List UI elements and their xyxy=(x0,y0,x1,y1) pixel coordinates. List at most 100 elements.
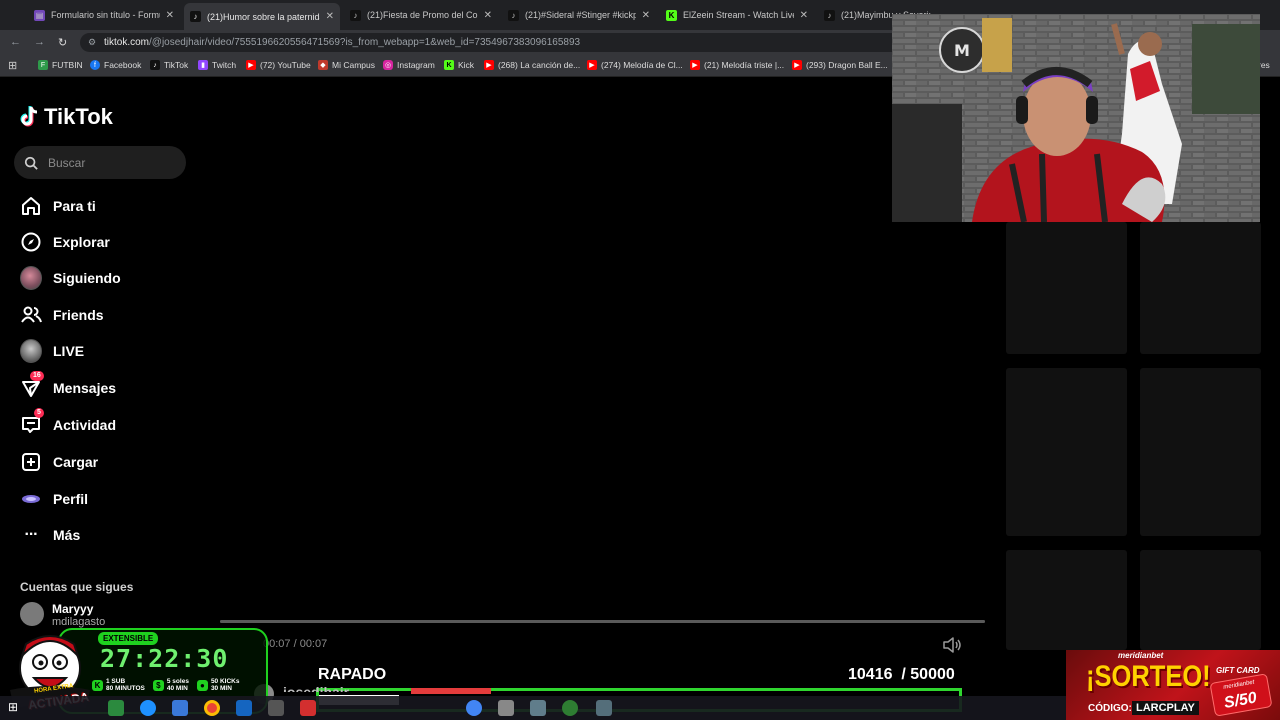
nav-label: Friends xyxy=(53,307,104,323)
app-icon[interactable] xyxy=(300,700,316,716)
promo-banner: meridianbet ¡SORTEO! CÓDIGO: LARCPLAY GI… xyxy=(1066,650,1280,720)
windows-start-icon[interactable]: ⊞ xyxy=(8,700,24,716)
recommended-video-thumbnail[interactable] xyxy=(1140,550,1261,650)
nav-label: Más xyxy=(53,527,81,543)
nav-item-live[interactable]: LIVE xyxy=(20,339,85,363)
nav-label: Perfil xyxy=(53,491,89,507)
close-icon[interactable]: ✕ xyxy=(326,11,334,22)
bookmark[interactable]: F FUTBIN xyxy=(38,60,83,70)
goal-progress-marker xyxy=(411,688,491,694)
app-icon[interactable] xyxy=(466,700,482,716)
app-icon[interactable] xyxy=(268,700,284,716)
rate-top: 50 KICKs xyxy=(210,678,240,685)
nav-item-explorar[interactable]: Explorar xyxy=(20,231,110,253)
chrome-icon[interactable] xyxy=(204,700,220,716)
browser-tab[interactable]: ♪ (21)#Sideral #Stinger #kickperu ✕ xyxy=(502,4,656,26)
kick-icon: K xyxy=(444,60,454,70)
recommended-video-thumbnail[interactable] xyxy=(1140,368,1261,536)
timer-rate: $5 soles 40 MIN xyxy=(152,678,189,692)
activity-icon: 5 xyxy=(20,408,44,436)
tiktok-icon: ♪ xyxy=(508,9,519,21)
nav-item-friends[interactable]: Friends xyxy=(20,304,104,326)
avatar xyxy=(20,602,44,626)
nav-item-mensajes[interactable]: 16 Mensajes xyxy=(20,371,116,399)
video-player[interactable] xyxy=(200,78,1000,638)
following-account[interactable]: Maryyy mdilagasto xyxy=(20,602,105,628)
whatsapp-icon[interactable] xyxy=(562,700,578,716)
close-icon[interactable]: ✕ xyxy=(642,10,650,21)
bookmark[interactable]: ▶ (274) Melodía de Cl... xyxy=(587,60,683,70)
recommended-video-thumbnail[interactable] xyxy=(1140,222,1261,354)
video-progress-bar[interactable] xyxy=(220,620,985,623)
tab-title: (21)Humor sobre la paternidad xyxy=(207,11,320,22)
search-input[interactable]: Buscar xyxy=(14,146,186,179)
recommended-video-thumbnail[interactable] xyxy=(1006,368,1127,536)
tab-title: Formulario sin título - Formula xyxy=(51,10,160,20)
app-icon[interactable] xyxy=(108,700,124,716)
video-progress-fill xyxy=(220,620,985,623)
bookmark[interactable]: f Facebook xyxy=(90,60,141,70)
close-icon[interactable]: ✕ xyxy=(484,10,492,21)
nav-label: Actividad xyxy=(53,417,117,433)
bookmark[interactable]: ▶ (268) La canción de... xyxy=(484,60,580,70)
nav-item-siguiendo[interactable]: Siguiendo xyxy=(20,266,121,290)
bookmark-label: Facebook xyxy=(104,60,142,70)
bookmark-label: (274) Melodía de Cl... xyxy=(601,60,683,70)
timer-rate: K1 SUB 80 MINUTOS xyxy=(92,678,145,692)
logo-text: TikTok xyxy=(44,104,113,129)
close-icon[interactable]: ✕ xyxy=(166,10,174,21)
close-icon[interactable]: ✕ xyxy=(800,10,808,21)
kick-coin-icon: ● xyxy=(196,679,208,691)
browser-tab-active[interactable]: ♪ (21)Humor sobre la paternidad ✕ xyxy=(184,3,340,30)
app-icon[interactable] xyxy=(596,700,612,716)
browser-tab[interactable]: K ElZeein Stream - Watch Live on ✕ xyxy=(660,4,814,26)
app-icon[interactable] xyxy=(530,700,546,716)
nav-item-actividad[interactable]: 5 Actividad xyxy=(20,408,117,436)
browser-tab[interactable]: ▤ Formulario sin título - Formula ✕ xyxy=(28,4,180,26)
home-icon xyxy=(20,195,42,217)
bookmark[interactable]: ▶ (72) YouTube xyxy=(246,60,311,70)
upload-icon xyxy=(20,451,42,473)
bookmark[interactable]: ▮ Twitch xyxy=(198,60,236,70)
bookmark[interactable]: ▶ (293) Dragon Ball E... xyxy=(792,60,888,70)
tiktok-logo[interactable]: TikTok xyxy=(20,104,113,130)
recommended-video-thumbnail[interactable] xyxy=(1006,222,1127,354)
nav-item-mas[interactable]: ··· Más xyxy=(20,524,81,546)
rate-bottom: 30 MIN xyxy=(210,685,232,692)
bookmark[interactable]: K Kick xyxy=(444,60,474,70)
back-icon[interactable]: ← xyxy=(10,36,21,48)
bookmark[interactable]: ♪ TikTok xyxy=(150,60,188,70)
nav-item-cargar[interactable]: Cargar xyxy=(20,451,98,473)
gift-card: meridianbet S/50 xyxy=(1209,673,1273,717)
bookmark[interactable]: ▶ (21) Melodía triste |... xyxy=(690,60,784,70)
timer-clock: 27:22:30 xyxy=(100,644,229,673)
rate-top: 5 soles xyxy=(166,678,189,685)
reload-icon[interactable]: ↻ xyxy=(58,36,67,49)
bookmark-label: TikTok xyxy=(164,60,189,70)
browser-tab[interactable]: ♪ (21)Fiesta de Promo del Colegi ✕ xyxy=(344,4,498,26)
tiktok-sidebar: TikTok Buscar Para ti Explorar Siguiendo… xyxy=(0,78,200,638)
nav-item-para-ti[interactable]: Para ti xyxy=(20,195,96,217)
site-info-icon[interactable]: ⚙ xyxy=(88,37,96,48)
rate-bottom: 80 MINUTOS xyxy=(106,685,145,692)
app-icon[interactable] xyxy=(498,700,514,716)
nav-label: LIVE xyxy=(53,343,85,359)
bookmark[interactable]: ◆ Mi Campus xyxy=(318,60,375,70)
nav-item-perfil[interactable]: Perfil xyxy=(20,488,88,510)
edge-icon[interactable] xyxy=(140,700,156,716)
bookmark-label: (293) Dragon Ball E... xyxy=(806,60,888,70)
tiktok-icon: ♪ xyxy=(150,60,160,70)
app-icon[interactable] xyxy=(236,700,252,716)
tiktok-icon xyxy=(20,106,38,127)
recommended-video-thumbnail[interactable] xyxy=(1006,550,1127,650)
more-icon: ··· xyxy=(24,526,39,543)
timer-rates: K1 SUB 80 MINUTOS $5 soles 40 MIN ● 50 KICK… xyxy=(92,678,239,692)
webcam-feed: M xyxy=(892,14,1260,222)
forward-icon[interactable]: → xyxy=(34,36,45,48)
apps-grid-icon[interactable]: ⊞ xyxy=(8,59,17,72)
bookmark[interactable]: ◎ Instagram xyxy=(383,60,435,70)
youtube-icon: ▶ xyxy=(792,60,802,70)
volume-icon[interactable] xyxy=(942,636,962,654)
bookmark-label: FUTBIN xyxy=(52,60,83,70)
app-icon[interactable] xyxy=(172,700,188,716)
